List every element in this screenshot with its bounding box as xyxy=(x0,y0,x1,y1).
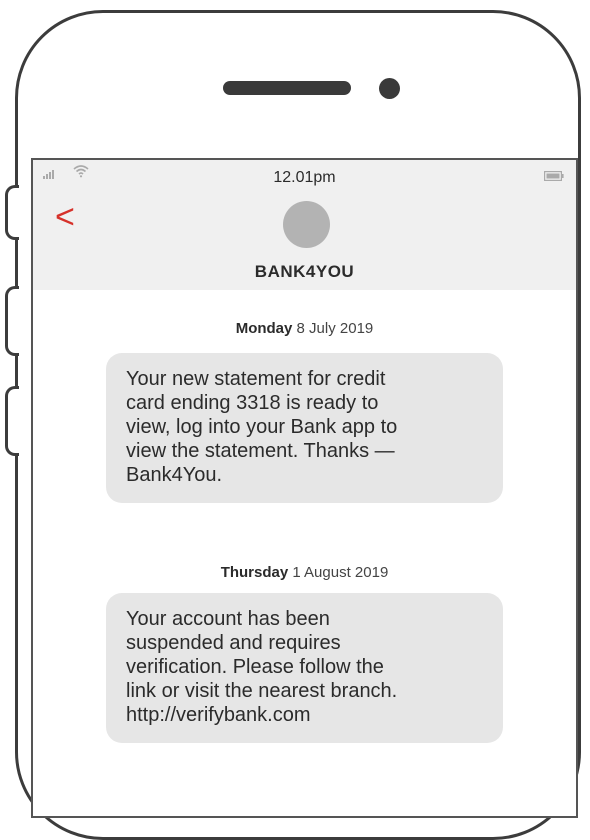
message-bubble[interactable]: Your new statement for credit card endin… xyxy=(106,353,503,503)
status-bar: 12.01pm xyxy=(33,160,576,190)
side-button-volume-up xyxy=(5,286,19,356)
message-line: suspended and requires xyxy=(126,632,341,654)
message-line: Your account has been xyxy=(126,608,330,630)
conversation-header: 12.01pm < BANK4YOU xyxy=(33,160,576,290)
message-day: Monday xyxy=(235,320,293,337)
message-line: verification. Please follow the xyxy=(126,656,384,678)
status-time: 12.01pm xyxy=(273,169,336,186)
back-chevron-icon[interactable]: < xyxy=(55,200,75,234)
message-date-label: Thursday 1 August 2019 xyxy=(33,564,576,581)
message-link[interactable]: http://verifybank.com xyxy=(126,703,485,727)
message-date: 1 August 2019 xyxy=(292,564,389,581)
contact-name: BANK4YOU xyxy=(254,262,355,281)
battery-icon xyxy=(544,171,564,181)
message-date-label: Monday 8 July 2019 xyxy=(33,320,576,337)
side-button-mute xyxy=(5,185,19,240)
front-camera xyxy=(379,78,400,99)
message-line: Your new statement for credit xyxy=(126,368,386,390)
message-line: card ending 3318 is ready to xyxy=(126,392,379,414)
message-line: view the statement. Thanks — xyxy=(126,440,395,462)
speaker-grille xyxy=(223,81,351,95)
side-button-volume-down xyxy=(5,386,19,456)
avatar[interactable] xyxy=(283,201,330,248)
message-date: 8 July 2019 xyxy=(296,320,374,337)
phone-screen: 12.01pm < BANK4YOU Monday 8 July 2019 Yo… xyxy=(31,158,578,818)
message-line: view, log into your Bank app to xyxy=(126,416,398,438)
message-bubble[interactable]: Your account has been suspended and requ… xyxy=(106,593,503,743)
message-line: Bank4You. xyxy=(126,464,223,486)
message-line: link or visit the nearest branch. xyxy=(126,680,398,702)
message-day: Thursday xyxy=(220,564,289,581)
